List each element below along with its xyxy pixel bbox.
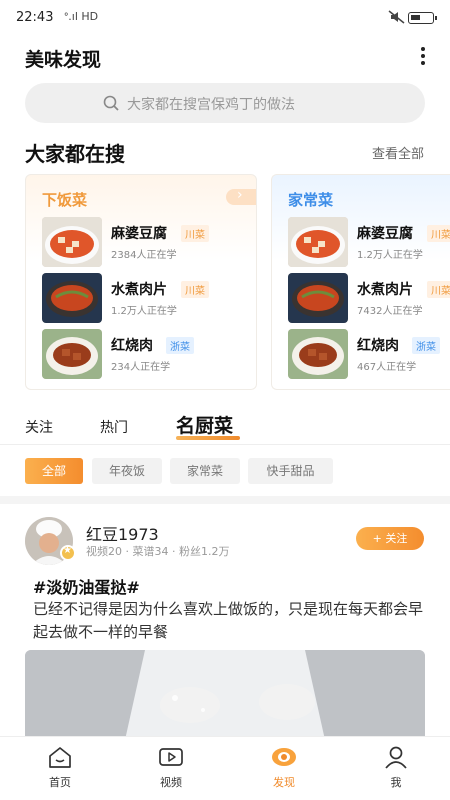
active-tab-indicator [176,436,240,440]
dish-item[interactable]: 水煮肉片 川菜 1.2万人正在学 [42,273,256,323]
hot-section-title: 大家都在搜 [25,142,125,166]
card-title: 家常菜 [288,191,334,209]
dish-name: 水煮肉片 [111,282,167,298]
chip-quick-dessert[interactable]: 快手甜品 [248,458,333,484]
page-title: 美味发现 [25,49,102,71]
learner-count: 467人正在学 [357,362,417,373]
nav-label: 首页 [49,776,71,789]
status-bar: 22:43 ᐤ.ıl HD [0,0,450,36]
battery-icon [408,12,437,24]
dish-name: 麻婆豆腐 [111,226,167,242]
dish-name: 水煮肉片 [357,282,413,298]
dish-item[interactable]: 红烧肉 浙菜 234人正在学 [42,329,256,379]
follow-button[interactable]: + 关注 [356,527,424,550]
video-icon [159,748,183,766]
dish-item[interactable]: 麻婆豆腐 川菜 2384人正在学 [42,217,256,267]
tab-follow[interactable]: 关注 [25,417,53,437]
cuisine-tag: 川菜 [181,225,209,242]
category-card-2[interactable]: 家常菜 麻婆豆腐 川菜 1.2万人正在学 水煮肉片 川菜 7432人正在学 红烧… [271,174,450,390]
mute-icon [388,10,405,24]
learner-count: 2384人正在学 [111,250,177,261]
cuisine-tag: 川菜 [427,281,450,298]
cuisine-tag: 浙菜 [412,337,440,354]
profile-icon [385,746,407,769]
status-right [364,10,437,26]
chip-new-year[interactable]: 年夜饭 [92,458,162,484]
dish-item[interactable]: 麻婆豆腐 川菜 1.2万人正在学 [288,217,450,267]
star-badge-icon [60,545,76,561]
signal-icon: ᐤ.ıl HD [64,10,99,23]
search-bar[interactable]: 大家都在搜宫保鸡丁的做法 [25,83,425,123]
search-icon [103,95,119,111]
dish-thumbnail [288,217,348,267]
tab-hot[interactable]: 热门 [100,417,128,437]
nav-discover[interactable]: 发现 [254,745,314,795]
tab-famous-chef[interactable]: 名厨菜 [176,411,233,438]
see-all-link[interactable]: 查看全部 [372,143,424,162]
learner-count: 234人正在学 [111,362,171,373]
dish-thumbnail [288,329,348,379]
user-stats: 视频20 · 菜谱34 · 粉丝1.2万 [86,545,230,558]
discover-eye-icon [272,748,296,766]
feed-tabs: 关注 热门 名厨菜 [0,410,450,444]
username[interactable]: 红豆1973 [86,521,159,545]
learner-count: 7432人正在学 [357,306,423,317]
cuisine-tag: 川菜 [427,225,450,242]
dish-thumbnail [288,273,348,323]
nav-me[interactable]: 我 [366,745,426,795]
divider [0,444,450,445]
home-icon [49,747,71,768]
more-icon[interactable] [420,47,426,67]
nav-label: 发现 [273,776,295,789]
learner-count: 1.2万人正在学 [357,250,423,261]
dish-name: 红烧肉 [357,338,399,354]
category-card-1[interactable]: 下饭菜 麻婆豆腐 川菜 2384人正在学 水煮肉片 川菜 1.2万人正在学 红烧… [25,174,257,390]
dish-item[interactable]: 红烧肉 浙菜 467人正在学 [288,329,450,379]
chip-home-style[interactable]: 家常菜 [170,458,240,484]
search-placeholder: 大家都在搜宫保鸡丁的做法 [127,97,295,113]
status-time: 22:43 [16,10,54,25]
post-title[interactable]: #淡奶油蛋挞# [33,574,140,598]
post-cover-image[interactable] [25,650,425,740]
nav-label: 视频 [160,776,182,789]
card-title: 下饭菜 [42,191,88,209]
dish-name: 麻婆豆腐 [357,226,413,242]
chip-all[interactable]: 全部 [25,458,83,484]
nav-home[interactable]: 首页 [30,745,90,795]
dish-thumbnail [42,217,102,267]
nav-label: 我 [390,776,402,789]
learner-count: 1.2万人正在学 [111,306,177,317]
chevron-right-icon[interactable] [226,187,256,205]
dish-thumbnail [42,273,102,323]
dish-thumbnail [42,329,102,379]
nav-video[interactable]: 视频 [141,745,201,795]
cuisine-tag: 浙菜 [166,337,194,354]
dish-item[interactable]: 水煮肉片 川菜 7432人正在学 [288,273,450,323]
bottom-nav: 首页 视频 发现 我 [0,736,450,800]
app-header: 美味发现 [0,36,450,78]
section-gap [0,496,450,504]
cuisine-tag: 川菜 [181,281,209,298]
dish-name: 红烧肉 [111,338,153,354]
post-body: 已经不记得是因为什么喜欢上做饭的，只是现在每天都会早起去做不一样的早餐 [33,600,424,641]
app-screen: 22:43 ᐤ.ıl HD 美味发现 大家都在搜宫保鸡丁的做法 大家都在搜 查看… [0,0,450,800]
